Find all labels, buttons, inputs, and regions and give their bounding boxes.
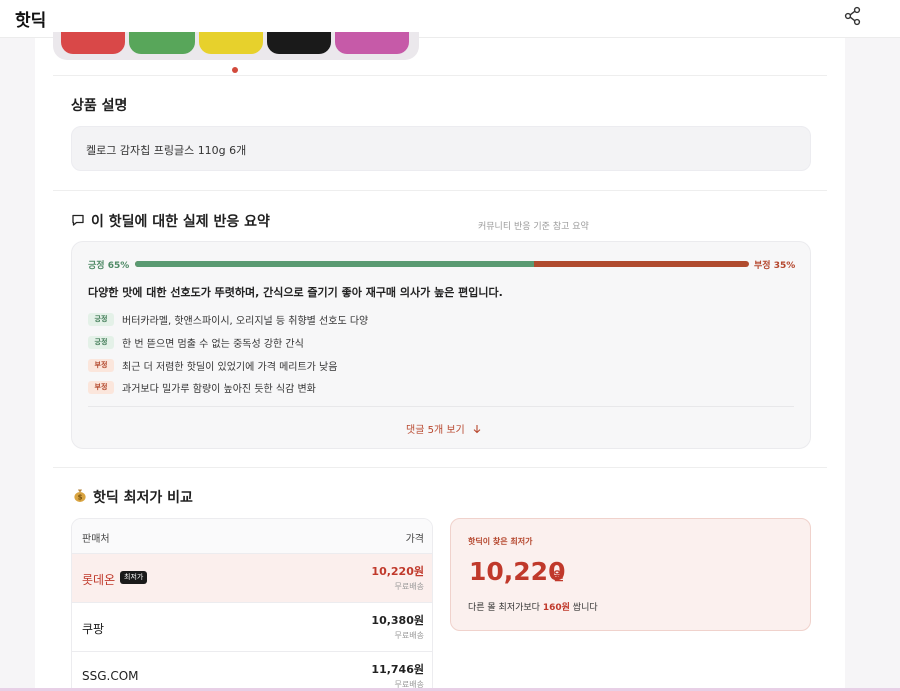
summary-headline: 다양한 맛에 대한 선호도가 뚜렷하며, 간식으로 즐기기 좋아 재구매 의사가… <box>88 286 503 299</box>
product-image-chip <box>199 32 263 54</box>
table-row[interactable]: 쿠팡 10,380원 무료배송 <box>72 603 432 652</box>
app-title[interactable]: 핫딕 <box>15 6 46 31</box>
table-row[interactable]: 롯데온 최저가 10,220원 무료배송 <box>72 554 432 603</box>
product-image-chip <box>267 32 331 54</box>
money-bag-icon: $ <box>72 487 88 503</box>
price-comparison-text: 다른 몰 최저가보다 160원 쌉니다 <box>468 600 598 613</box>
seller-name: 쿠팡 <box>82 622 105 636</box>
shipping-info: 무료배송 <box>394 582 424 591</box>
comment-icon <box>71 212 85 226</box>
table-row[interactable]: SSG.COM 11,746원 무료배송 <box>72 652 432 691</box>
content-sheet: 상품 설명 켈로그 감자칩 프링글스 110g 6개 이 핫딜에 대한 실제 반… <box>35 32 845 691</box>
seller-column-header: 판매처 <box>82 534 110 545</box>
lowest-price-title: 핫딕이 찾은 최저가 <box>468 537 533 546</box>
positive-tag: 긍정 <box>88 336 114 349</box>
summary-point-text: 과거보다 밀가루 함량이 높아진 듯한 식감 변화 <box>122 384 316 395</box>
price-table: 판매처 가격 롯데온 최저가 10,220원 무료배송 쿠팡 10,380원 무… <box>71 518 433 691</box>
savings-amount: 160원 <box>542 603 570 613</box>
comparison-prefix: 다른 몰 최저가보다 <box>468 603 540 613</box>
seller-price: 10,380원 <box>371 614 424 627</box>
seller-price: 10,220원 <box>371 565 424 578</box>
carousel-active-dot[interactable] <box>232 67 238 73</box>
summary-box: 긍정 65% 부정 35% 다양한 맛에 대한 선호도가 뚜렷하며, 간식으로 … <box>71 241 811 449</box>
product-image-chip <box>129 32 195 54</box>
positive-label: 긍정 65% <box>88 261 130 271</box>
price-heading: 핫딕 최저가 비교 <box>93 490 193 506</box>
summary-heading: 이 핫딜에 대한 실제 반응 요약 <box>91 214 270 230</box>
lowest-price-card: 핫딕이 찾은 최저가 10,220 원 다른 몰 최저가보다 160원 쌉니다 <box>450 518 811 631</box>
arrow-down-icon <box>472 424 482 434</box>
divider <box>88 406 794 407</box>
divider <box>53 190 827 191</box>
description-text: 켈로그 감자칩 프링글스 110g 6개 <box>86 144 247 157</box>
seller-name: 롯데온 <box>82 573 116 587</box>
view-comments-button[interactable]: 댓글 5개 보기 <box>406 421 482 436</box>
positive-tag: 긍정 <box>88 313 114 326</box>
share-icon[interactable] <box>842 5 864 27</box>
lowest-price-unit: 원 <box>553 569 565 583</box>
seller-name: SSG.COM <box>82 669 139 683</box>
lowest-price-badge: 최저가 <box>120 571 148 584</box>
positive-bar-fill <box>135 261 535 267</box>
description-heading: 상품 설명 <box>71 98 128 114</box>
summary-point-text: 버터카라멜, 핫앤스파이시, 오리지널 등 취향별 선호도 다양 <box>122 316 369 327</box>
seller-price: 11,746원 <box>371 663 424 676</box>
negative-tag: 부정 <box>88 359 114 372</box>
lowest-price-value: 10,220 <box>469 557 566 586</box>
negative-tag: 부정 <box>88 381 114 394</box>
price-column-header: 가격 <box>405 534 424 545</box>
product-image-chip <box>335 32 409 54</box>
divider <box>53 467 827 468</box>
summary-note: 커뮤니티 반응 기준 참고 요약 <box>478 222 589 232</box>
sentiment-bar <box>135 261 749 267</box>
description-box: 켈로그 감자칩 프링글스 110g 6개 <box>71 126 811 171</box>
product-image-carousel[interactable] <box>53 32 419 60</box>
comparison-suffix: 쌉니다 <box>572 603 598 613</box>
view-comments-label: 댓글 5개 보기 <box>406 425 465 436</box>
summary-point-text: 최근 더 저렴한 핫딜이 있었기에 가격 메리트가 낮음 <box>122 362 338 373</box>
shipping-info: 무료배송 <box>394 631 424 640</box>
negative-label: 부정 35% <box>754 261 796 271</box>
product-image-chip <box>61 32 125 54</box>
svg-text:$: $ <box>78 494 83 502</box>
price-table-header: 판매처 가격 <box>72 519 432 554</box>
summary-point-text: 한 번 뜯으면 멈출 수 없는 중독성 강한 간식 <box>122 339 304 350</box>
divider <box>53 75 827 76</box>
